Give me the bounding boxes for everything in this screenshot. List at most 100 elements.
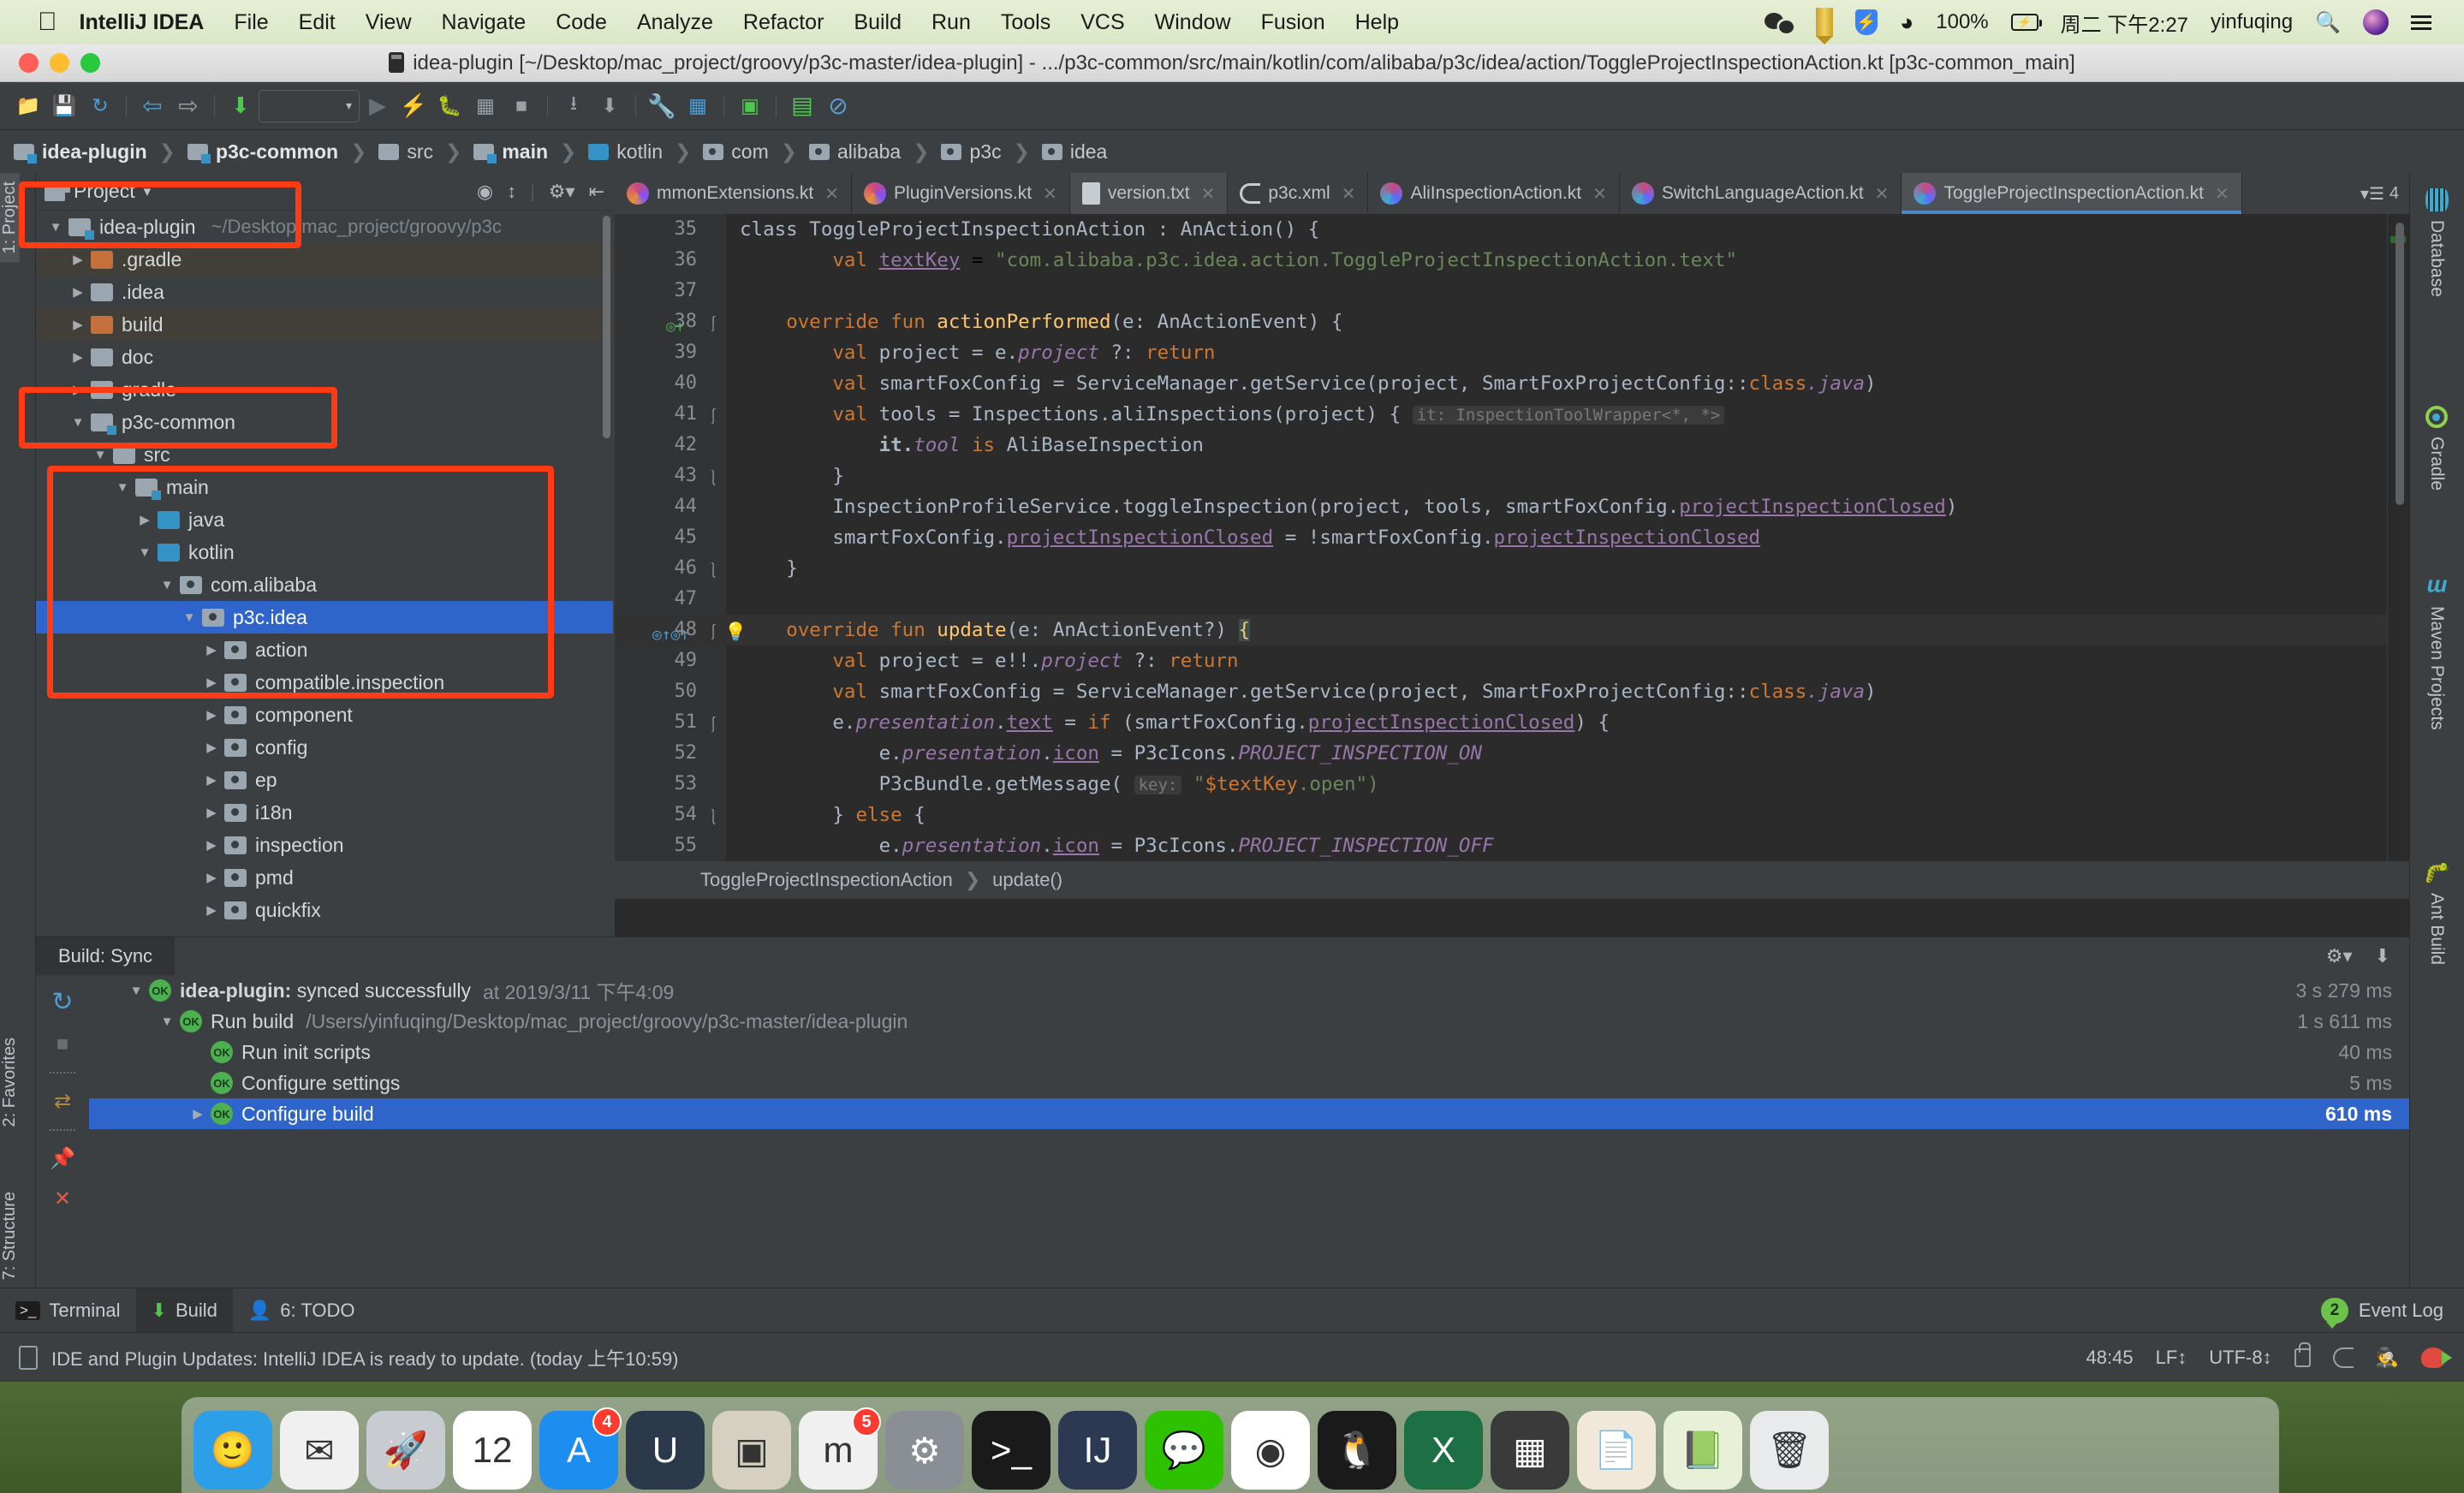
close-icon-4[interactable]: ✕ <box>1342 183 1356 205</box>
project-structure-icon[interactable]: ▦ <box>680 89 716 123</box>
code-line[interactable]: 47 <box>615 584 2409 615</box>
memory-icon[interactable] <box>2421 1347 2445 1368</box>
tab-build[interactable]: ⬇Build <box>136 1288 233 1332</box>
battery-icon[interactable]: ⚡ <box>2011 14 2038 31</box>
breadcrumb-item-idea[interactable]: idea <box>1039 140 1110 164</box>
tree-row[interactable]: ▼kotlin <box>36 536 613 568</box>
settings-wrench-icon[interactable]: 🔧 <box>644 89 680 123</box>
code-line[interactable]: 40 val smartFoxConfig = ServiceManager.g… <box>615 368 2409 399</box>
code-line[interactable]: 35class ToggleProjectInspectionAction : … <box>615 214 2409 245</box>
finder-icon[interactable]: 🙂 <box>193 1411 272 1490</box>
sync-icon[interactable]: ↻ <box>82 89 118 123</box>
hide-icon[interactable]: ⇤ <box>589 181 604 203</box>
apple-menu-icon[interactable]:  <box>38 9 57 35</box>
doc1-icon[interactable]: 📄 <box>1577 1411 1656 1490</box>
save-all-icon[interactable]: 💾 <box>46 89 82 123</box>
breadcrumb-item-alibaba[interactable]: alibaba <box>806 140 904 164</box>
fold-end-icon[interactable]: ⎱ <box>704 464 723 495</box>
pencil-icon[interactable] <box>1816 8 1833 37</box>
code-line[interactable]: 39 val project = e.project ?: return <box>615 337 2409 368</box>
code-line[interactable]: 44 InspectionProfileService.toggleInspec… <box>615 491 2409 522</box>
close-icon-5[interactable]: ✕ <box>1592 183 1607 205</box>
tree-row[interactable]: ▶compatible.inspection <box>36 666 613 699</box>
sidebar-item-project[interactable]: 1: Project <box>0 173 20 262</box>
run-icon[interactable]: ▶ <box>360 89 396 123</box>
breadcrumb-item-main[interactable]: main <box>470 140 551 164</box>
menu-help[interactable]: Help <box>1355 10 1399 35</box>
file-encoding[interactable]: UTF-8↕ <box>2209 1347 2271 1369</box>
tree-row[interactable]: ▶gradle <box>36 373 613 406</box>
stop-icon[interactable]: ■ <box>503 89 539 123</box>
sidebar-item-database[interactable]: Database <box>2409 178 2464 307</box>
pin-icon[interactable]: 📌 <box>50 1146 75 1171</box>
close-icon[interactable]: ✕ <box>824 183 839 205</box>
control-center-icon[interactable] <box>2411 15 2431 30</box>
gear-icon-build[interactable]: ⚙▾ <box>2326 945 2353 967</box>
calendar-icon[interactable]: 12 <box>453 1411 532 1490</box>
tree-expand-arrow[interactable]: ▶ <box>202 707 221 723</box>
code-line[interactable]: 41⎰ val tools = Inspections.aliInspectio… <box>615 399 2409 430</box>
menu-fusion[interactable]: Fusion <box>1261 10 1325 35</box>
fold-marker-icon[interactable]: ⎰ <box>704 618 723 649</box>
menu-window[interactable]: Window <box>1155 10 1231 35</box>
breadcrumb-item-com[interactable]: com <box>699 140 771 164</box>
commit-icon[interactable]: ⬇ <box>592 89 628 123</box>
tree-row[interactable]: ▶build <box>36 308 613 341</box>
code-line[interactable]: 52 e.presentation.icon = P3cIcons.PROJEC… <box>615 738 2409 769</box>
breadcrumb-item-p3c[interactable]: p3c <box>937 140 1004 164</box>
editor-tabs-overflow[interactable]: ▾☰4 <box>2350 173 2409 214</box>
mysql-icon[interactable]: m5 <box>799 1411 878 1490</box>
tree-expand-arrow[interactable]: ▶ <box>202 675 221 690</box>
tree-expand-arrow[interactable]: ▼ <box>113 480 132 495</box>
breadcrumb-item-kotlin[interactable]: kotlin <box>585 140 666 164</box>
tree-expand-arrow[interactable]: ▶ <box>68 252 87 267</box>
rerun-icon[interactable]: ↻ <box>51 987 73 1017</box>
system-prefs-icon[interactable]: ⚙ <box>885 1411 964 1490</box>
open-folder-icon[interactable]: 📁 <box>10 89 46 123</box>
close-icon-build[interactable]: ✕ <box>54 1187 71 1211</box>
tree-expand-arrow[interactable]: ▶ <box>68 382 87 397</box>
ue-icon[interactable]: U <box>626 1411 705 1490</box>
plug-icon[interactable] <box>2333 1347 2354 1368</box>
build-expand-arrow[interactable]: ▼ <box>154 1014 180 1029</box>
tree-expand-arrow[interactable]: ▶ <box>202 902 221 918</box>
project-tree-scrollbar[interactable] <box>603 216 610 438</box>
tab-todo[interactable]: 👤6: TODO <box>233 1288 371 1332</box>
tree-row[interactable]: ▶action <box>36 633 613 666</box>
clock[interactable]: 周二 下午2:27 <box>2061 8 2188 38</box>
no-entry-icon[interactable]: ⊘ <box>820 89 856 123</box>
fold-end-icon[interactable]: ⎱ <box>704 556 723 587</box>
doc2-icon[interactable]: 📗 <box>1663 1411 1742 1490</box>
tab-build-sync[interactable]: Build: Sync <box>36 937 175 975</box>
menu-file[interactable]: File <box>234 10 268 35</box>
menu-code[interactable]: Code <box>556 10 607 35</box>
tab-terminal[interactable]: >_Terminal <box>0 1288 136 1332</box>
tree-row[interactable]: ▶pmd <box>36 861 613 894</box>
fold-marker-icon[interactable]: ⎰ <box>704 310 723 341</box>
user-name[interactable]: yinfuqing <box>2211 10 2293 34</box>
tree-expand-arrow[interactable]: ▼ <box>46 220 65 235</box>
build-expand-arrow[interactable]: ▶ <box>185 1106 211 1121</box>
qq-icon[interactable]: 🐧 <box>1318 1411 1396 1490</box>
build-row[interactable]: OKRun init scripts40 ms <box>89 1037 2409 1068</box>
tree-expand-arrow[interactable]: ▶ <box>68 349 87 365</box>
tree-expand-arrow[interactable]: ▶ <box>202 870 221 885</box>
search-icon[interactable]: 🔍 <box>2315 10 2341 35</box>
tree-expand-arrow[interactable]: ▶ <box>202 837 221 853</box>
code-line[interactable]: 49 val project = e!!.project ?: return <box>615 645 2409 676</box>
fold-end-icon[interactable]: ⎱ <box>704 803 723 834</box>
tree-row[interactable]: ▼idea-plugin~/Desktop/mac_project/groovy… <box>36 211 613 243</box>
tree-row[interactable]: ▼com.alibaba <box>36 568 613 601</box>
tree-expand-arrow[interactable]: ▼ <box>91 448 110 462</box>
export-icon[interactable]: ⬇ <box>2375 945 2390 967</box>
tree-row[interactable]: ▼main <box>36 471 613 503</box>
code-line[interactable]: 48◎↑◎↑⎰💡 override fun update(e: AnAction… <box>615 615 2409 645</box>
menu-tools[interactable]: Tools <box>1001 10 1050 35</box>
tree-expand-arrow[interactable]: ▶ <box>68 284 87 300</box>
tree-row[interactable]: ▼p3c.idea <box>36 601 613 633</box>
tree-expand-arrow[interactable]: ▼ <box>135 545 154 560</box>
menu-run[interactable]: Run <box>931 10 971 35</box>
siri-icon[interactable] <box>2363 9 2389 35</box>
tab-pluginversions[interactable]: PluginVersions.kt✕ <box>852 173 1070 214</box>
menu-navigate[interactable]: Navigate <box>442 10 527 35</box>
